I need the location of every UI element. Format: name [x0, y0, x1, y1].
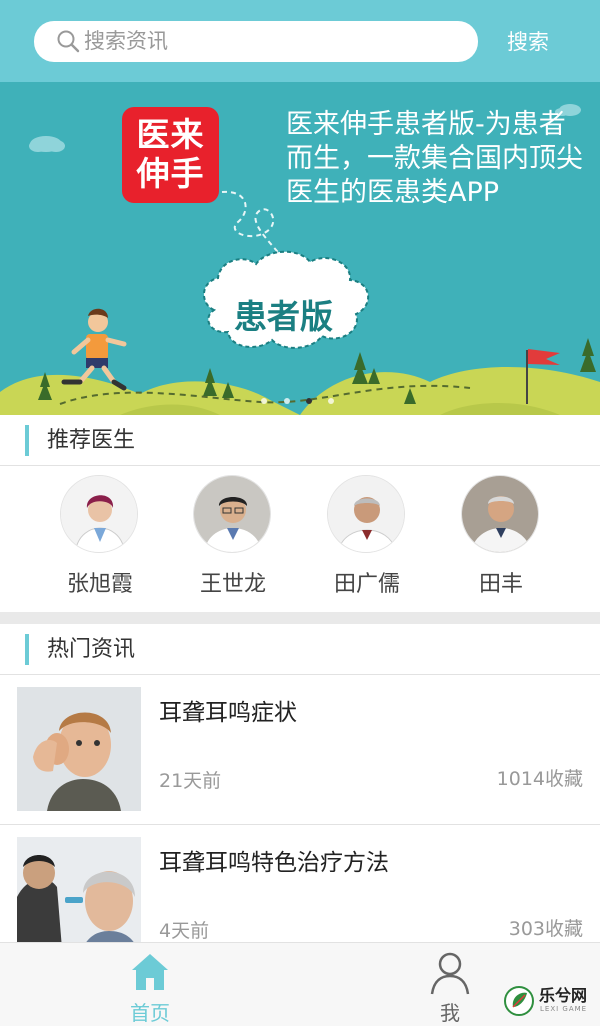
- carousel-dot[interactable]: [328, 398, 334, 404]
- top-bar: 搜索资讯 搜索: [0, 0, 600, 82]
- doctor-avatar: [461, 475, 539, 553]
- site-watermark: 乐兮网 LEXI GAME: [503, 983, 600, 1026]
- tab-label: 首页: [130, 1001, 170, 1025]
- section-accent-bar: [25, 425, 29, 456]
- section-divider: [0, 612, 600, 624]
- news-thumbnail: [17, 687, 141, 811]
- section-title: 热门资讯: [47, 637, 136, 662]
- logo-line-1: 医来: [136, 115, 205, 154]
- carousel-dot-active[interactable]: [306, 398, 312, 404]
- doctor-name: 张旭霞: [66, 572, 133, 597]
- doctor-name: 田广儒: [333, 572, 400, 597]
- search-placeholder: 搜索资讯: [84, 29, 168, 53]
- doctor-avatar: [60, 475, 138, 553]
- news-title: 耳聋耳鸣特色治疗方法: [159, 850, 389, 876]
- user-icon: [430, 952, 470, 995]
- search-button[interactable]: 搜索: [493, 26, 563, 58]
- carousel-dot[interactable]: [284, 398, 290, 404]
- section-accent-bar: [25, 634, 29, 665]
- news-time: 4天前: [159, 920, 210, 942]
- carousel-dot[interactable]: [261, 398, 267, 404]
- banner-headline: 医来伸手患者版-为患者而生，一款集合国内顶尖医生的医患类APP: [286, 109, 583, 208]
- search-input[interactable]: 搜索资讯: [34, 21, 478, 62]
- tab-home[interactable]: 首页: [90, 943, 210, 1026]
- doctor-card[interactable]: 王世龙: [173, 474, 293, 604]
- doctor-avatar: [193, 475, 271, 553]
- news-item[interactable]: 耳聋耳鸣症状 21天前 1014收藏: [0, 675, 600, 825]
- tab-label: 我: [440, 1001, 460, 1025]
- section-title: 推荐医生: [47, 428, 136, 453]
- watermark-subtext: LEXI GAME: [540, 1005, 588, 1013]
- tab-me[interactable]: 我: [390, 943, 510, 1026]
- news-favorites: 303收藏: [508, 918, 583, 940]
- news-time: 21天前: [159, 770, 222, 792]
- recommended-doctors-header: 推荐医生: [0, 415, 600, 466]
- hot-news-header: 热门资讯: [0, 624, 600, 675]
- watermark-logo-icon: [504, 986, 534, 1016]
- banner-cloud-label: 患者版: [234, 297, 333, 336]
- app-logo-text: 医来 伸手: [122, 115, 219, 193]
- doctor-name: 田丰: [478, 572, 523, 597]
- news-title: 耳聋耳鸣症状: [159, 700, 297, 726]
- doctor-name: 王世龙: [199, 572, 266, 597]
- home-icon: [132, 954, 168, 990]
- doctor-list: 张旭霞 王世龙 田广儒 田丰: [0, 466, 600, 612]
- app-logo: 医来 伸手: [122, 107, 219, 203]
- watermark-text: 乐兮网: [539, 986, 588, 1005]
- doctor-avatar: [327, 475, 405, 553]
- promo-banner[interactable]: 医来 伸手 医来伸手患者版-为患者而生，一款集合国内顶尖医生的医患类APP 患者…: [0, 82, 600, 415]
- doctor-card[interactable]: 张旭霞: [40, 474, 160, 604]
- doctor-card[interactable]: 田广儒: [307, 474, 427, 604]
- news-favorites: 1014收藏: [496, 768, 583, 790]
- logo-line-2: 伸手: [136, 154, 205, 193]
- doctor-card[interactable]: 田丰: [441, 474, 561, 604]
- search-icon: [57, 30, 80, 53]
